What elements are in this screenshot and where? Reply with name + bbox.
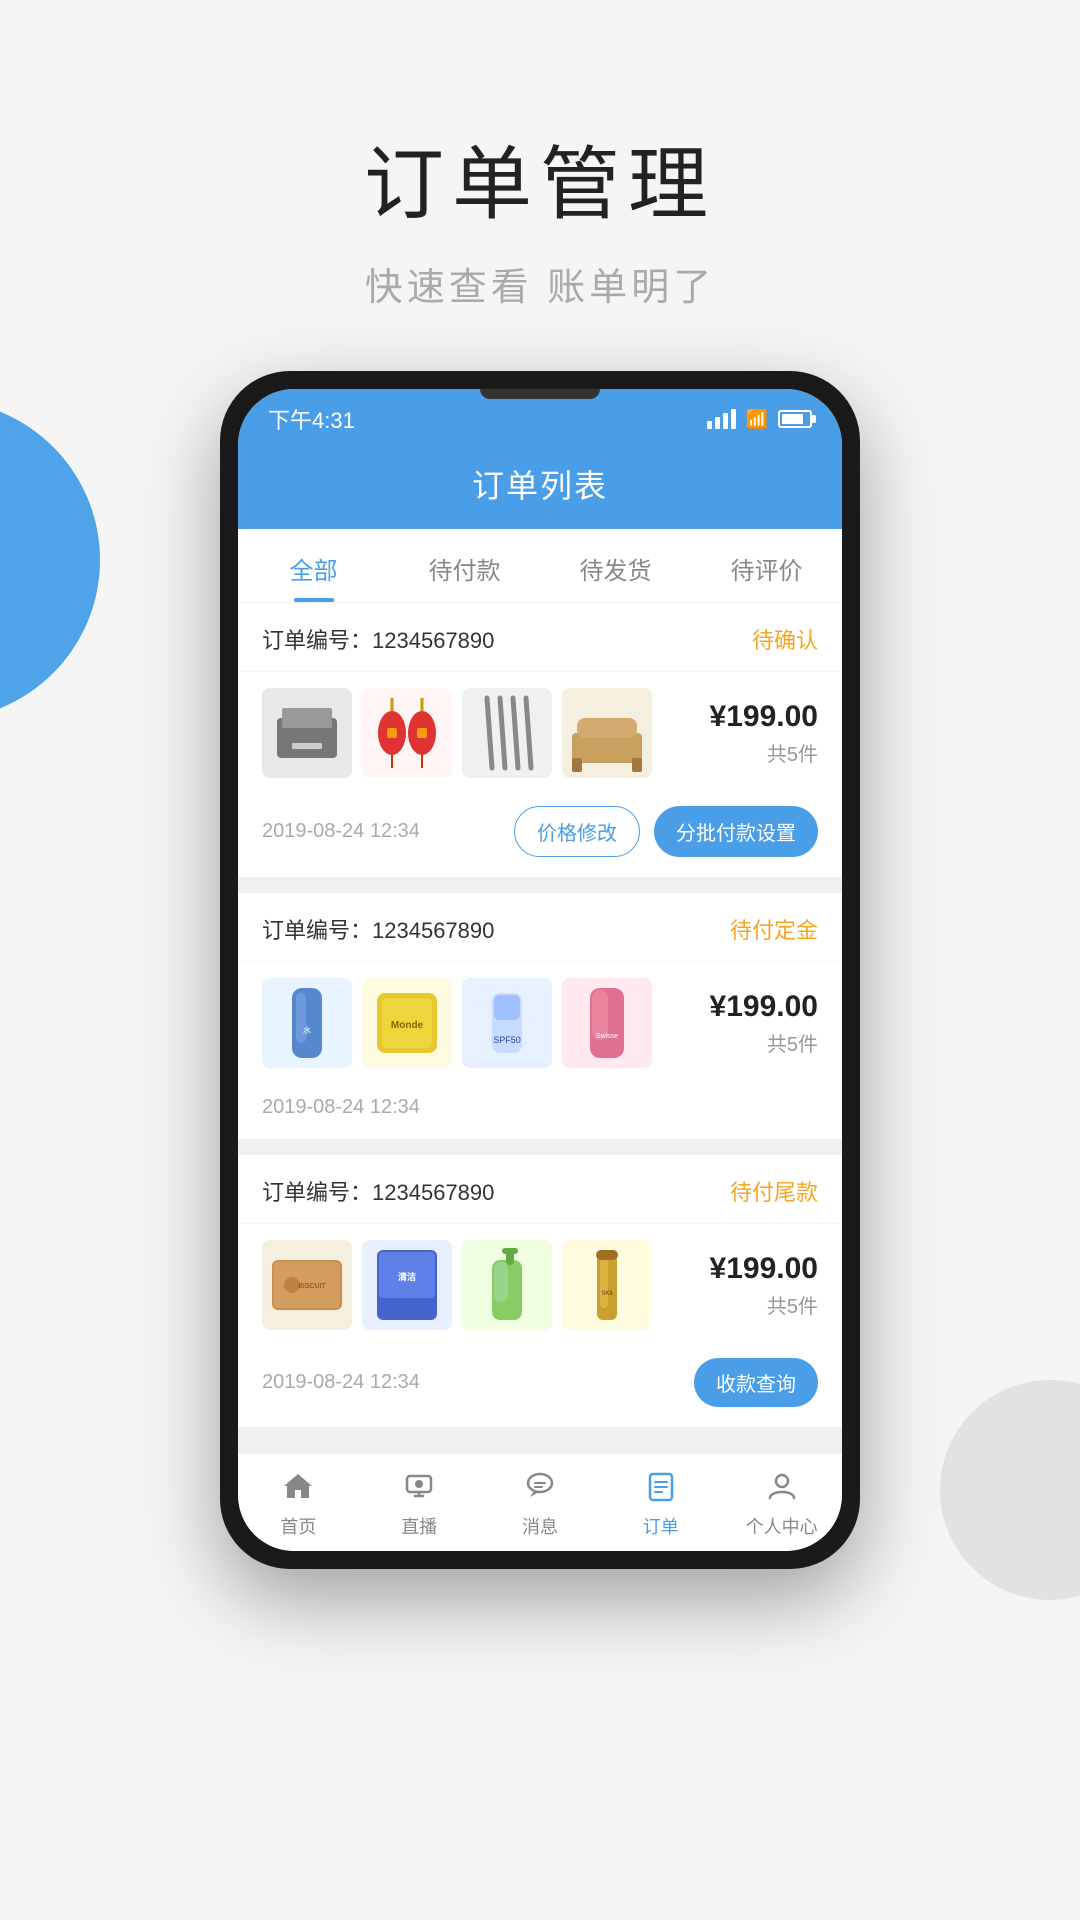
product-thumb xyxy=(462,1240,552,1330)
live-icon xyxy=(403,1470,435,1507)
order-header: 订单编号：1234567890 待付尾款 xyxy=(238,1155,842,1224)
order-date: 2019-08-24 12:34 xyxy=(262,1371,420,1394)
order-card: 订单编号：1234567890 待付尾款 xyxy=(238,1155,842,1427)
tabs-container: 全部 待付款 待发货 待评价 xyxy=(238,529,842,603)
order-actions: 收款查询 xyxy=(694,1358,818,1407)
svg-text:Monde: Monde xyxy=(391,1020,424,1031)
batch-payment-button[interactable]: 分批付款设置 xyxy=(654,806,818,857)
order-date: 2019-08-24 12:34 xyxy=(262,1096,420,1119)
svg-text:清洁: 清洁 xyxy=(398,1271,416,1282)
product-thumb xyxy=(262,688,352,778)
wifi-icon: 📶 xyxy=(746,409,768,430)
profile-icon xyxy=(766,1470,798,1507)
nav-order-label: 订单 xyxy=(643,1513,679,1539)
order-status: 待付尾款 xyxy=(730,1175,818,1207)
nav-order[interactable]: 订单 xyxy=(600,1454,721,1551)
product-thumb: Monde xyxy=(362,978,452,1068)
message-icon xyxy=(524,1470,556,1507)
product-thumb: 水 xyxy=(262,978,352,1068)
product-thumb: SPF50 xyxy=(462,978,552,1068)
app-header: 订单列表 xyxy=(238,445,842,529)
svg-text:Swisse: Swisse xyxy=(596,1033,618,1040)
bottom-nav: 首页 直播 xyxy=(238,1453,842,1551)
product-images: BISCUIT 清洁 xyxy=(262,1240,698,1330)
product-thumb: BISCUIT xyxy=(262,1240,352,1330)
orders-list: 订单编号：1234567890 待确认 xyxy=(238,603,842,1453)
order-header: 订单编号：1234567890 待付定金 xyxy=(238,893,842,962)
order-price: ¥199.00 xyxy=(710,700,818,734)
order-price-area: ¥199.00 共5件 xyxy=(710,990,818,1057)
phone-notch xyxy=(480,389,600,399)
order-number: 订单编号：1234567890 xyxy=(262,913,494,945)
nav-profile[interactable]: 个人中心 xyxy=(721,1454,842,1551)
order-footer: 2019-08-24 12:34 价格修改 分批付款设置 xyxy=(238,794,842,877)
order-status: 待确认 xyxy=(752,623,818,655)
order-date: 2019-08-24 12:34 xyxy=(262,820,420,843)
nav-message[interactable]: 消息 xyxy=(480,1454,601,1551)
order-footer: 2019-08-24 12:34 收款查询 xyxy=(238,1346,842,1427)
order-products: 水 Monde xyxy=(238,962,842,1084)
app-title: 订单列表 xyxy=(472,468,608,504)
product-thumb xyxy=(362,688,452,778)
product-thumb: SKII xyxy=(562,1240,652,1330)
phone-frame: 下午4:31 📶 订单列表 xyxy=(220,371,860,1569)
product-thumb xyxy=(562,688,652,778)
payment-query-button[interactable]: 收款查询 xyxy=(694,1358,818,1407)
price-modify-button[interactable]: 价格修改 xyxy=(514,806,640,857)
order-price: ¥199.00 xyxy=(710,990,818,1024)
order-price: ¥199.00 xyxy=(710,1252,818,1286)
tab-pending-shipment[interactable]: 待发货 xyxy=(540,529,691,602)
product-thumb xyxy=(462,688,552,778)
product-thumb: 清洁 xyxy=(362,1240,452,1330)
order-count: 共5件 xyxy=(710,1028,818,1057)
page-header: 订单管理 快速查看 账单明了 xyxy=(0,0,1080,371)
order-products: ¥199.00 共5件 xyxy=(238,672,842,794)
order-status: 待付定金 xyxy=(730,913,818,945)
svg-text:水: 水 xyxy=(303,1025,311,1035)
order-header: 订单编号：1234567890 待确认 xyxy=(238,603,842,672)
order-count: 共5件 xyxy=(710,1290,818,1319)
order-price-area: ¥199.00 共5件 xyxy=(710,1252,818,1319)
product-images: 水 Monde xyxy=(262,978,698,1068)
status-icons: 📶 xyxy=(707,409,812,430)
product-images xyxy=(262,688,698,778)
order-number: 订单编号：1234567890 xyxy=(262,623,494,655)
tab-all[interactable]: 全部 xyxy=(238,529,389,602)
signal-icon xyxy=(707,409,736,429)
tab-pending-payment[interactable]: 待付款 xyxy=(389,529,540,602)
nav-home[interactable]: 首页 xyxy=(238,1454,359,1551)
svg-text:SKII: SKII xyxy=(601,1291,613,1297)
nav-profile-label: 个人中心 xyxy=(746,1513,818,1539)
page-subtitle: 快速查看 账单明了 xyxy=(0,256,1080,311)
nav-message-label: 消息 xyxy=(522,1513,558,1539)
order-actions: 价格修改 分批付款设置 xyxy=(514,806,818,857)
phone-screen: 下午4:31 📶 订单列表 xyxy=(238,389,842,1551)
order-card: 订单编号：1234567890 待确认 xyxy=(238,603,842,877)
home-icon xyxy=(282,1470,314,1507)
svg-text:SPF50: SPF50 xyxy=(493,1035,521,1045)
tab-pending-review[interactable]: 待评价 xyxy=(691,529,842,602)
svg-text:BISCUIT: BISCUIT xyxy=(298,1283,326,1290)
battery-icon xyxy=(778,410,812,428)
order-number: 订单编号：1234567890 xyxy=(262,1175,494,1207)
nav-home-label: 首页 xyxy=(280,1513,316,1539)
order-count: 共5件 xyxy=(710,738,818,767)
order-footer: 2019-08-24 12:34 xyxy=(238,1084,842,1139)
order-products: BISCUIT 清洁 xyxy=(238,1224,842,1346)
order-icon xyxy=(645,1470,677,1507)
order-card: 订单编号：1234567890 待付定金 xyxy=(238,893,842,1139)
order-price-area: ¥199.00 共5件 xyxy=(710,700,818,767)
phone-container: 下午4:31 📶 订单列表 xyxy=(0,371,1080,1569)
nav-live-label: 直播 xyxy=(401,1513,437,1539)
product-thumb: Swisse xyxy=(562,978,652,1068)
status-time: 下午4:31 xyxy=(268,403,355,435)
page-title: 订单管理 xyxy=(0,120,1080,236)
nav-live[interactable]: 直播 xyxy=(359,1454,480,1551)
